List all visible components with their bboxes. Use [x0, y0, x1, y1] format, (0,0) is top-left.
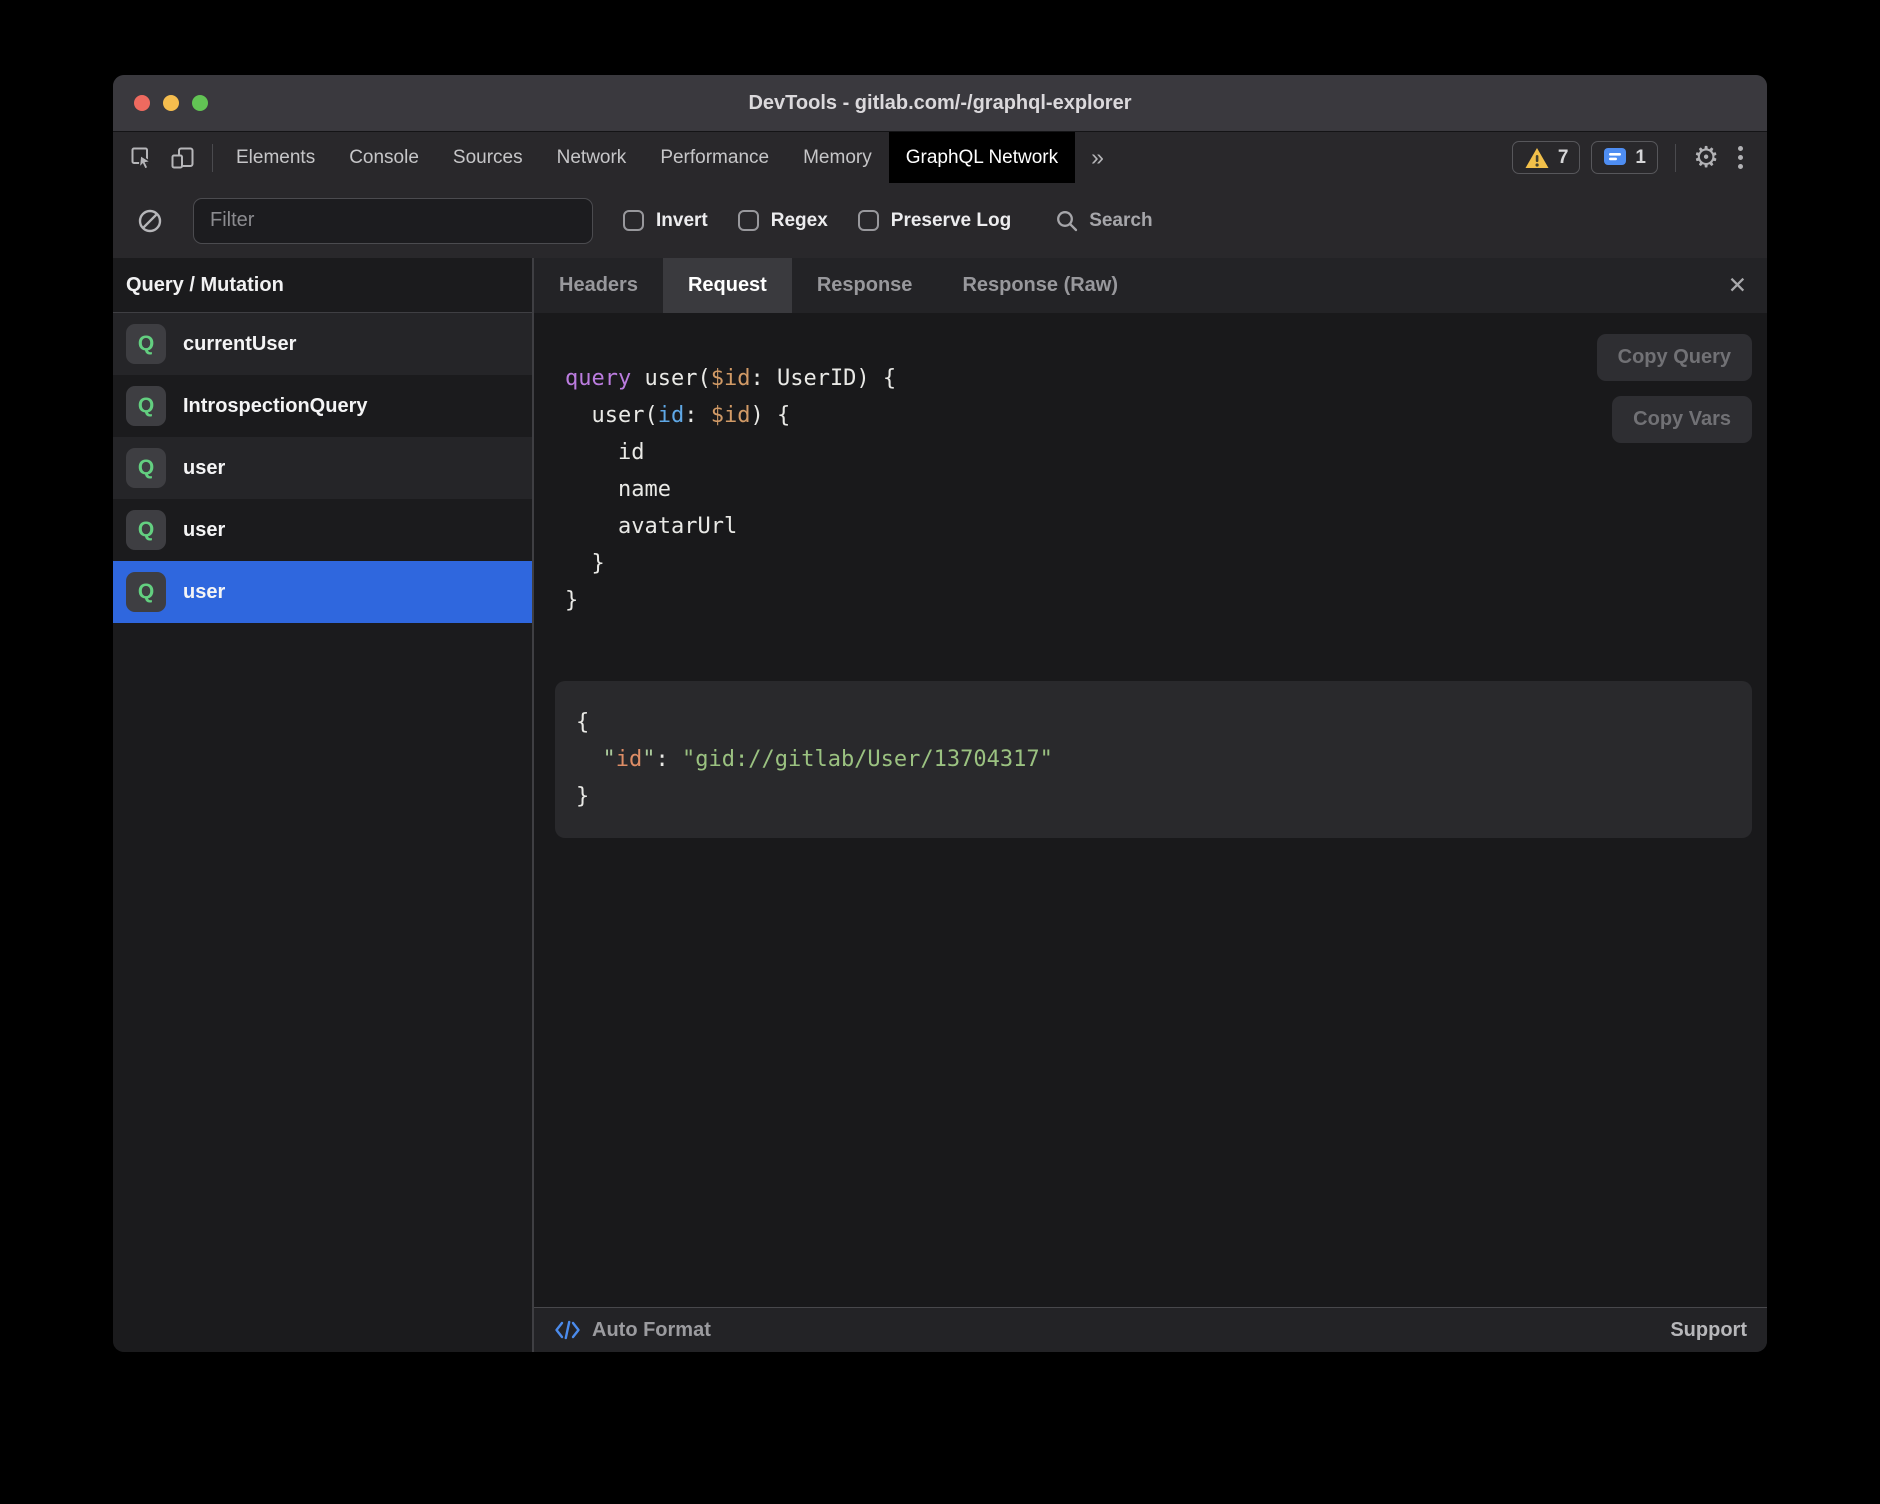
kebab-menu-icon[interactable] [1730, 146, 1751, 169]
filter-bar: Invert Regex Preserve Log Search [113, 183, 1767, 258]
query-type-badge: Q [126, 324, 166, 364]
query-row-label: user [183, 519, 225, 542]
copy-query-button[interactable]: Copy Query [1597, 334, 1752, 381]
preserve-log-label: Preserve Log [891, 210, 1011, 232]
tab-graphql-network[interactable]: GraphQL Network [889, 132, 1075, 183]
warnings-badge[interactable]: 7 [1512, 141, 1581, 174]
toolbar-icons [113, 132, 206, 183]
titlebar: DevTools - gitlab.com/-/graphql-explorer [113, 75, 1767, 132]
support-link[interactable]: Support [1670, 1319, 1747, 1342]
query-row-user-3-selected[interactable]: Q user [113, 561, 532, 623]
query-row-currentuser[interactable]: Q currentUser [113, 313, 532, 375]
toolbar-right-separator [1675, 144, 1676, 172]
variables-box: { "id": "gid://gitlab/User/13704317"} [555, 681, 1752, 838]
settings-gear-icon[interactable]: ⚙ [1693, 143, 1719, 172]
query-type-badge: Q [126, 572, 166, 612]
query-row-user-2[interactable]: Q user [113, 499, 532, 561]
invert-checkbox-group[interactable]: Invert [623, 210, 708, 232]
close-detail-icon[interactable]: ✕ [1708, 258, 1767, 313]
warnings-count: 7 [1558, 147, 1569, 169]
query-type-badge: Q [126, 448, 166, 488]
search-icon [1055, 209, 1079, 233]
tab-elements[interactable]: Elements [219, 132, 332, 183]
graphql-query-code: query user($id: UserID) { user(id: $id) … [565, 360, 1767, 619]
device-toolbar-icon[interactable] [169, 145, 196, 171]
search-control[interactable]: Search [1055, 209, 1152, 233]
window-title: DevTools - gitlab.com/-/graphql-explorer [748, 92, 1131, 115]
devtools-window: DevTools - gitlab.com/-/graphql-explorer [113, 75, 1767, 1352]
tab-headers[interactable]: Headers [534, 258, 663, 313]
code-brackets-icon [554, 1319, 581, 1341]
tab-network[interactable]: Network [540, 132, 644, 183]
warning-icon [1524, 146, 1550, 170]
query-list-header: Query / Mutation [113, 258, 532, 313]
copy-vars-button[interactable]: Copy Vars [1612, 396, 1752, 443]
regex-checkbox-group[interactable]: Regex [738, 210, 828, 232]
detail-footer: Auto Format Support [534, 1307, 1767, 1352]
query-row-label: currentUser [183, 333, 296, 356]
tab-performance[interactable]: Performance [643, 132, 786, 183]
query-row-introspectionquery[interactable]: Q IntrospectionQuery [113, 375, 532, 437]
tab-console[interactable]: Console [332, 132, 436, 183]
message-icon [1603, 147, 1627, 168]
maximize-window-button[interactable] [192, 95, 208, 111]
toolbar-right: 7 1 ⚙ [1512, 132, 1767, 183]
detail-tab-bar: Headers Request Response Response (Raw) … [534, 258, 1767, 313]
tab-sources[interactable]: Sources [436, 132, 540, 183]
regex-checkbox[interactable] [738, 210, 759, 231]
toolbar-separator [212, 144, 213, 172]
variables-code: { "id": "gid://gitlab/User/13704317"} [576, 704, 1732, 815]
query-type-badge: Q [126, 510, 166, 550]
preserve-log-checkbox[interactable] [858, 210, 879, 231]
main-split: Query / Mutation Q currentUser Q Introsp… [113, 258, 1767, 1352]
query-list-panel: Query / Mutation Q currentUser Q Introsp… [113, 258, 534, 1352]
invert-checkbox[interactable] [623, 210, 644, 231]
tab-request[interactable]: Request [663, 258, 792, 313]
preserve-log-checkbox-group[interactable]: Preserve Log [858, 210, 1011, 232]
detail-panel: Headers Request Response Response (Raw) … [534, 258, 1767, 1352]
invert-label: Invert [656, 210, 708, 232]
more-tabs-chevron[interactable]: » [1075, 132, 1120, 183]
minimize-window-button[interactable] [163, 95, 179, 111]
search-label: Search [1089, 210, 1152, 232]
query-row-label: IntrospectionQuery [183, 395, 367, 418]
auto-format-toggle[interactable]: Auto Format [554, 1319, 711, 1342]
main-toolbar: Elements Console Sources Network Perform… [113, 132, 1767, 183]
filter-input[interactable] [193, 198, 593, 244]
query-row-label: user [183, 457, 225, 480]
query-type-badge: Q [126, 386, 166, 426]
inspect-element-icon[interactable] [129, 145, 155, 171]
traffic-lights [134, 75, 208, 131]
request-content: Copy Query Copy Vars query user($id: Use… [534, 313, 1767, 1307]
tab-memory[interactable]: Memory [786, 132, 889, 183]
issues-count: 1 [1635, 147, 1646, 169]
tab-response-raw[interactable]: Response (Raw) [937, 258, 1143, 313]
issues-badge[interactable]: 1 [1591, 141, 1658, 174]
auto-format-label: Auto Format [592, 1319, 711, 1342]
copy-buttons: Copy Query Copy Vars [1597, 334, 1752, 443]
clear-icon[interactable] [137, 208, 163, 234]
query-row-label: user [183, 581, 225, 604]
screen: DevTools - gitlab.com/-/graphql-explorer [0, 0, 1880, 1504]
regex-label: Regex [771, 210, 828, 232]
tab-response[interactable]: Response [792, 258, 938, 313]
query-row-user-1[interactable]: Q user [113, 437, 532, 499]
close-window-button[interactable] [134, 95, 150, 111]
